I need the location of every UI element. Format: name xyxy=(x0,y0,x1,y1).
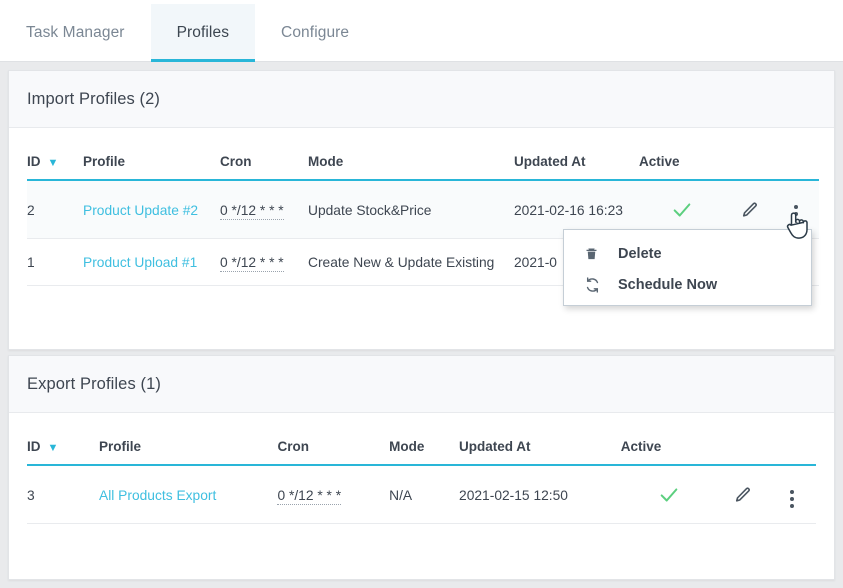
kebab-menu-icon[interactable] xyxy=(789,490,794,508)
import-row1-cron: 0 */12 * * * xyxy=(220,238,308,286)
menu-item-schedule-now-label: Schedule Now xyxy=(618,276,718,293)
import-profiles-panel: Import Profiles (2) ID ▼ Profile Cron Mod… xyxy=(8,70,835,350)
export-row0-cron: 0 */12 * * * xyxy=(277,465,390,524)
export-table-body: 3 All Products Export 0 */12 * * * N/A 2… xyxy=(27,465,816,524)
kebab-menu-icon[interactable] xyxy=(794,205,798,223)
tab-configure[interactable]: Configure xyxy=(255,4,375,62)
export-row0-updated-at: 2021-02-15 12:50 xyxy=(459,465,621,524)
import-row0-cron: 0 */12 * * * xyxy=(220,180,308,239)
pencil-icon[interactable] xyxy=(733,486,752,505)
tab-configure-label: Configure xyxy=(281,24,350,41)
profile-link[interactable]: Product Update #2 xyxy=(83,203,198,218)
import-col-actions xyxy=(773,128,819,181)
chevron-down-icon[interactable]: ▼ xyxy=(48,157,59,169)
menu-item-delete-label: Delete xyxy=(618,245,662,262)
import-row1-id: 1 xyxy=(27,238,83,286)
import-col-updated-at[interactable]: Updated At xyxy=(514,128,639,181)
import-col-mode[interactable]: Mode xyxy=(308,128,514,181)
export-row0-profile[interactable]: All Products Export xyxy=(99,465,278,524)
menu-item-delete[interactable]: Delete xyxy=(564,238,811,269)
import-col-id-label: ID xyxy=(27,154,41,169)
export-profiles-table: ID ▼ Profile Cron Mode Updated At Active … xyxy=(27,413,816,524)
tab-profiles-label: Profiles xyxy=(176,24,230,41)
import-col-profile[interactable]: Profile xyxy=(83,128,220,181)
tab-list: Task Manager Profiles Configure xyxy=(0,0,843,62)
chevron-down-icon[interactable]: ▼ xyxy=(48,442,59,454)
export-panel-title: Export Profiles (1) xyxy=(27,374,161,393)
import-row0-mode: Update Stock&Price xyxy=(308,180,514,239)
import-col-cron[interactable]: Cron xyxy=(220,128,308,181)
check-icon xyxy=(658,484,680,506)
export-col-id[interactable]: ID ▼ xyxy=(27,413,99,466)
import-col-id[interactable]: ID ▼ xyxy=(27,128,83,181)
export-row0-actions-cell[interactable] xyxy=(767,465,816,524)
pencil-icon[interactable] xyxy=(740,201,759,220)
cron-expression[interactable]: 0 */12 * * * xyxy=(277,487,342,505)
export-profiles-panel: Export Profiles (1) ID ▼ Profile Cron Mod… xyxy=(8,355,835,580)
profile-link[interactable]: Product Upload #1 xyxy=(83,255,197,270)
export-row0-id: 3 xyxy=(27,465,99,524)
import-panel-header: Import Profiles (2) xyxy=(9,71,834,128)
export-row0-active xyxy=(620,465,718,524)
export-row0-mode: N/A xyxy=(389,465,460,524)
import-row0-profile[interactable]: Product Update #2 xyxy=(83,180,220,239)
tab-task-manager-label: Task Manager xyxy=(26,24,125,41)
import-row0-id: 2 xyxy=(27,180,83,239)
export-row0-edit-cell[interactable] xyxy=(717,465,768,524)
export-table-head: ID ▼ Profile Cron Mode Updated At Active xyxy=(27,413,816,466)
tab-bar: Task Manager Profiles Configure xyxy=(0,0,843,62)
export-col-mode[interactable]: Mode xyxy=(389,413,460,466)
export-header-row: ID ▼ Profile Cron Mode Updated At Active xyxy=(27,413,816,466)
export-panel-header: Export Profiles (1) xyxy=(9,356,834,413)
profiles-page: Task Manager Profiles Configure Import P… xyxy=(0,0,843,588)
import-col-active[interactable]: Active xyxy=(639,128,725,181)
table-row[interactable]: 3 All Products Export 0 */12 * * * N/A 2… xyxy=(27,465,816,524)
trash-icon xyxy=(584,245,618,262)
export-col-actions xyxy=(767,413,816,466)
tab-profiles[interactable]: Profiles xyxy=(150,4,256,62)
export-col-cron[interactable]: Cron xyxy=(277,413,390,466)
export-col-updated-at[interactable]: Updated At xyxy=(459,413,621,466)
import-header-row: ID ▼ Profile Cron Mode Updated At Active xyxy=(27,128,819,181)
export-col-id-label: ID xyxy=(27,439,41,454)
import-panel-title: Import Profiles (2) xyxy=(27,89,161,108)
export-col-active[interactable]: Active xyxy=(620,413,718,466)
import-col-edit xyxy=(725,128,773,181)
import-table-head: ID ▼ Profile Cron Mode Updated At Active xyxy=(27,128,819,181)
export-col-profile[interactable]: Profile xyxy=(99,413,278,466)
export-panel-body: ID ▼ Profile Cron Mode Updated At Active … xyxy=(9,413,834,524)
row-context-menu: Delete Schedule Now xyxy=(563,229,812,306)
import-row1-mode: Create New & Update Existing xyxy=(308,238,514,286)
menu-item-schedule-now[interactable]: Schedule Now xyxy=(564,269,811,300)
tab-task-manager[interactable]: Task Manager xyxy=(0,4,151,62)
import-row1-profile[interactable]: Product Upload #1 xyxy=(83,238,220,286)
profile-link[interactable]: All Products Export xyxy=(99,488,216,503)
export-col-edit xyxy=(717,413,768,466)
refresh-icon xyxy=(584,276,618,294)
cron-expression[interactable]: 0 */12 * * * xyxy=(220,255,284,272)
cron-expression[interactable]: 0 */12 * * * xyxy=(220,202,284,220)
check-icon xyxy=(671,199,693,221)
